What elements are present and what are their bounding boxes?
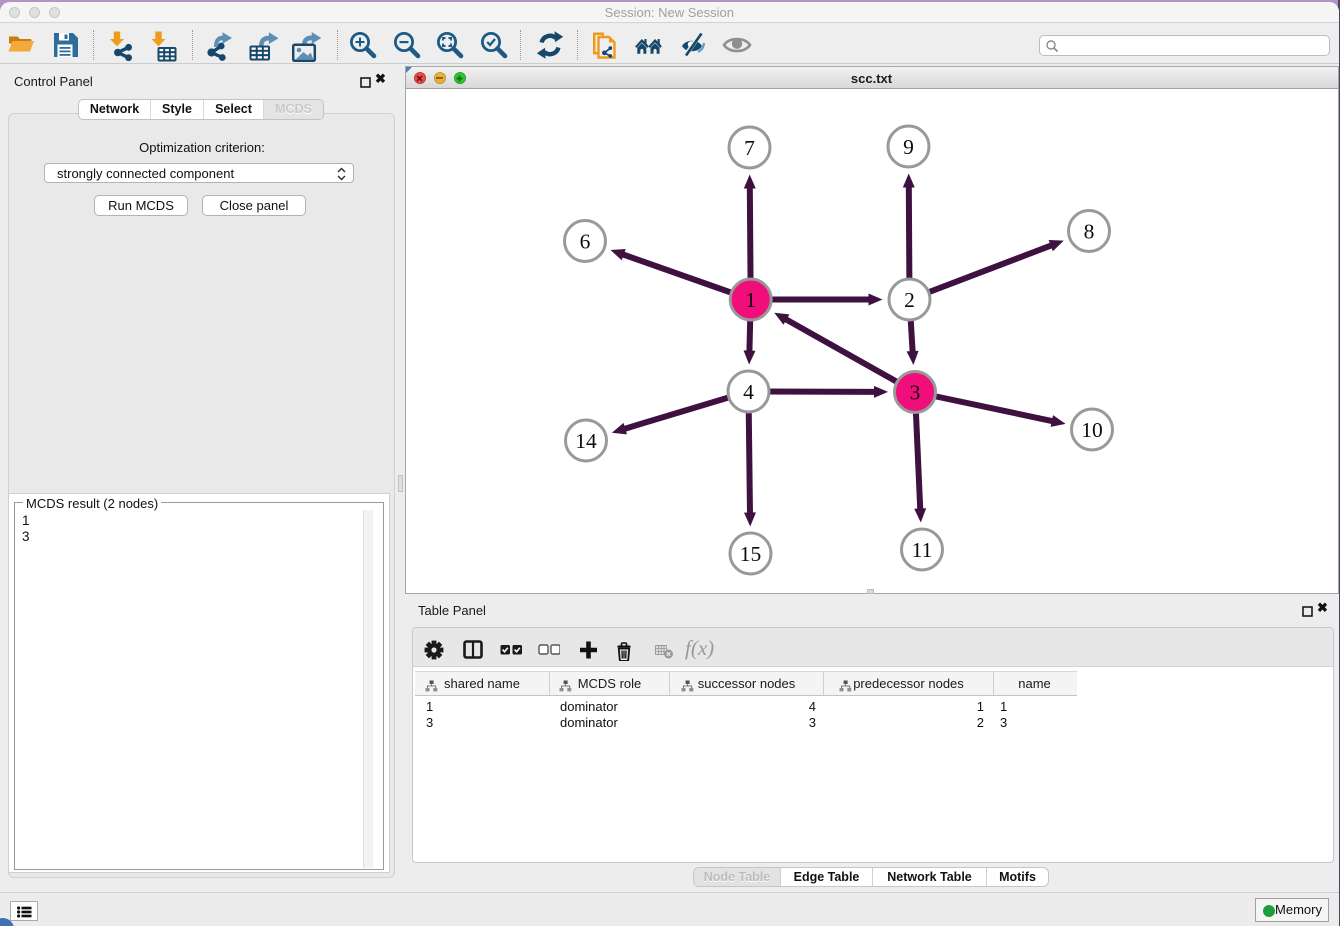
- svg-text:8: 8: [1084, 220, 1095, 244]
- svg-text:11: 11: [912, 538, 933, 562]
- svg-text:6: 6: [580, 230, 591, 254]
- svg-text:1: 1: [745, 288, 756, 312]
- svg-text:7: 7: [744, 136, 755, 160]
- svg-text:2: 2: [904, 288, 915, 312]
- svg-text:9: 9: [903, 135, 914, 159]
- svg-text:14: 14: [575, 429, 597, 453]
- svg-text:4: 4: [743, 380, 754, 404]
- svg-text:10: 10: [1081, 418, 1103, 442]
- svg-text:3: 3: [910, 381, 921, 405]
- svg-text:15: 15: [740, 542, 762, 566]
